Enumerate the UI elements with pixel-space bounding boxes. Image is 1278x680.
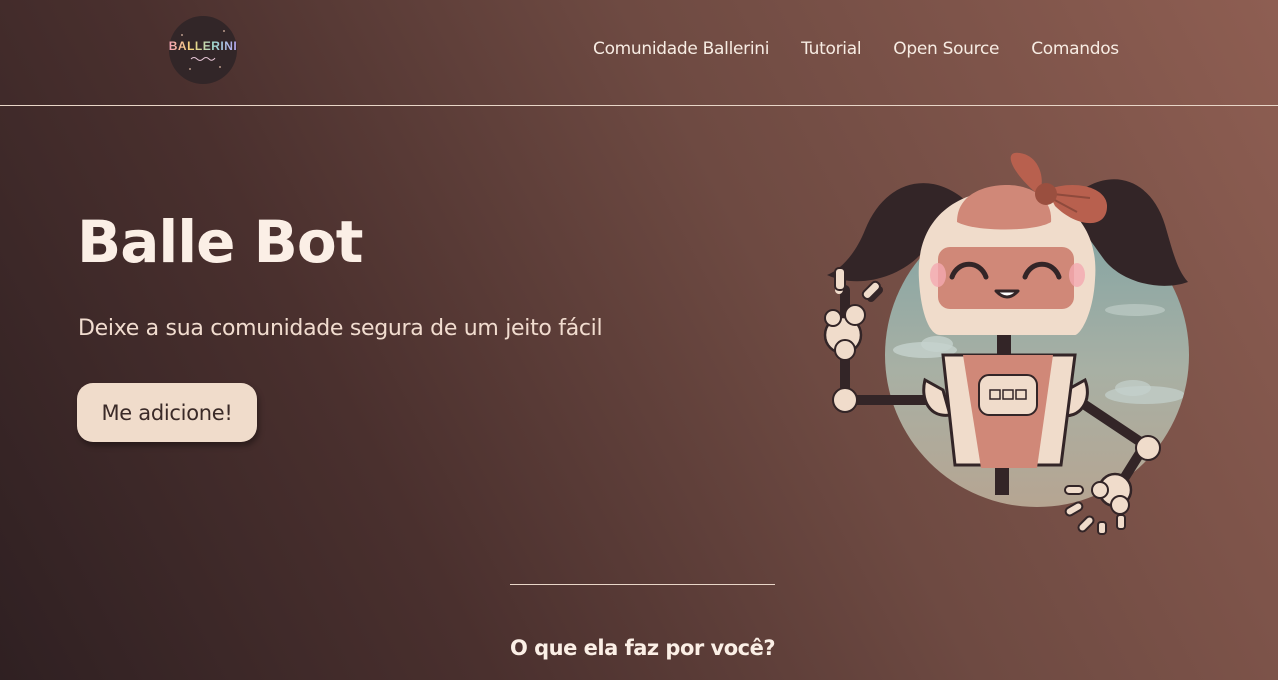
logo-text: BALLERINI	[168, 39, 238, 53]
hero-subtitle: Deixe a sua comunidade segura de um jeit…	[78, 316, 603, 341]
nav-link-comunidade[interactable]: Comunidade Ballerini	[593, 39, 769, 59]
nav-link-comandos[interactable]: Comandos	[1031, 39, 1119, 59]
left-hand	[823, 267, 883, 413]
section-title: O que ela faz por você?	[509, 636, 776, 660]
ballerini-logo[interactable]: BALLERINI	[169, 16, 237, 84]
hero-title: Balle Bot	[77, 208, 363, 276]
chest-panel	[978, 374, 1038, 416]
main-nav: Comunidade Ballerini Tutorial Open Sourc…	[593, 39, 1119, 59]
logo-scribble-icon	[190, 57, 216, 61]
nav-link-open-source[interactable]: Open Source	[893, 39, 999, 59]
face-screen	[938, 247, 1074, 309]
navbar: BALLERINI Comunidade Ballerini Tutorial …	[0, 0, 1278, 106]
add-bot-button[interactable]: Me adicione!	[77, 383, 257, 442]
nav-link-tutorial[interactable]: Tutorial	[801, 39, 861, 59]
section-divider	[510, 584, 775, 585]
robot-girl-illustration	[823, 152, 1189, 535]
